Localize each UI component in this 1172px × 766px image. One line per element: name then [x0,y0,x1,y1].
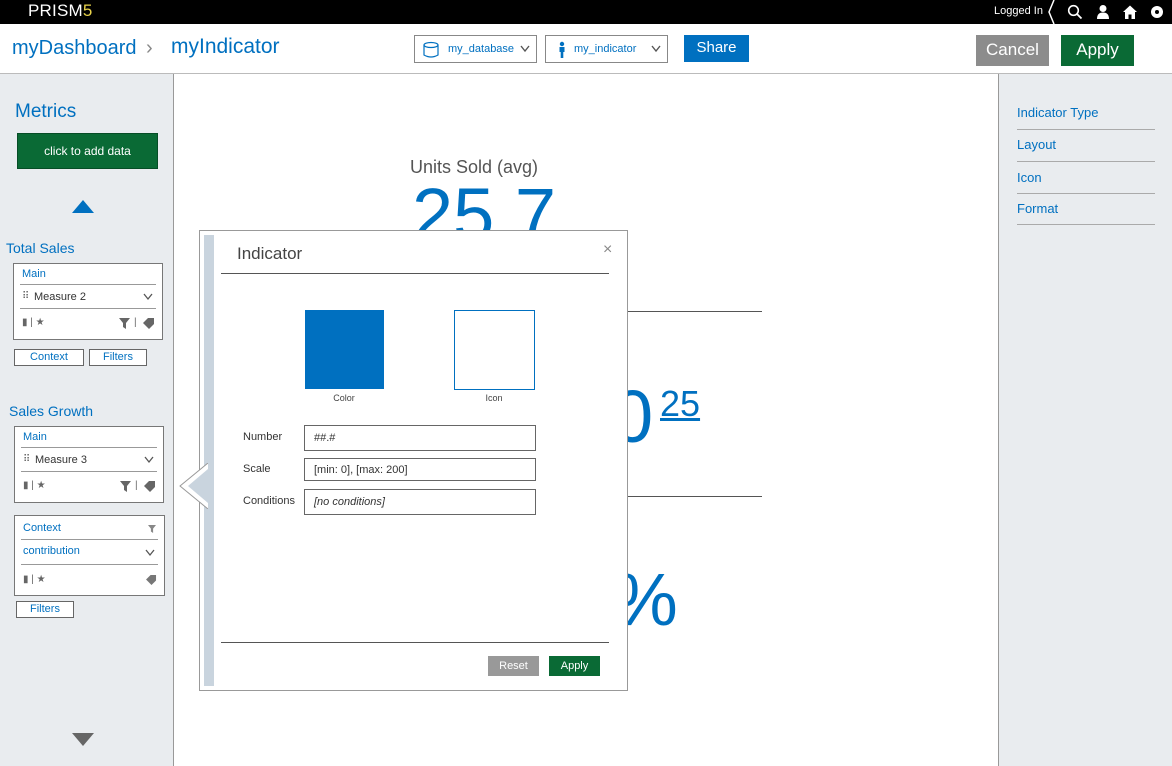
color-swatch[interactable] [305,310,384,389]
context-button[interactable]: Context [14,349,84,366]
metrics-title: Metrics [15,101,77,122]
conditions-label: Conditions [243,495,295,507]
top-bar: PRISM5 Logged In [0,0,1172,24]
delete-star-icons[interactable]: ▮ | ★ [23,574,46,585]
filter-icon[interactable] [119,318,130,329]
close-icon[interactable]: × [603,241,612,259]
menu-divider [1017,224,1155,225]
brand-number: 5 [82,1,93,20]
color-caption: Color [333,393,355,403]
layout-link[interactable]: Layout [1017,137,1155,152]
chevron-down-icon[interactable] [144,456,154,464]
indicator-type-link[interactable]: Indicator Type [1017,105,1155,120]
icon-link[interactable]: Icon [1017,170,1155,185]
user-icon[interactable] [1095,4,1111,20]
menu-divider [1017,129,1155,130]
share-button[interactable]: Share [684,35,749,62]
search-icon[interactable] [1067,4,1083,20]
chevron-down-icon [651,45,661,53]
reset-button[interactable]: Reset [488,656,539,676]
scale-field[interactable]: [min: 0], [max: 200] [304,458,536,481]
breadcrumb-separator: › [146,37,153,59]
conditions-field[interactable]: [no conditions] [304,489,536,515]
page-title: myIndicator [171,35,280,58]
properties-sidebar: Indicator Type Layout Icon Format [998,74,1172,766]
indicator-dialog: Indicator × Color Icon Number ##.# Scale… [199,230,628,691]
measure-select[interactable]: Measure 3 [35,454,87,466]
cancel-button[interactable]: Cancel [976,35,1049,66]
tag-icon[interactable] [146,575,157,585]
filters-button[interactable]: Filters [89,349,147,366]
database-icon [423,41,439,58]
icon-swatch[interactable] [454,310,535,390]
database-select[interactable]: my_database [414,35,537,63]
context-card-title: Context [23,522,61,534]
card-divider [21,564,158,565]
dialog-pointer [179,463,208,509]
content-divider [620,496,762,497]
measure-select[interactable]: Measure 2 [34,291,86,303]
card-divider [21,471,157,472]
filter-icon[interactable] [120,481,131,492]
metric-card-total-sales: Main ⠿ Measure 2 ▮ | ★ | [13,263,163,340]
scale-label: Scale [243,463,271,475]
section-title-sales-growth: Sales Growth [9,403,94,419]
tag-icon[interactable] [143,318,155,329]
header-bar: myDashboard › myIndicator my_database my… [0,24,1172,74]
dialog-divider [221,273,609,274]
settings-icon[interactable] [1149,4,1165,20]
content-divider [620,311,762,312]
chevron-down-icon [520,45,530,53]
indicator-select-value: my_indicator [574,43,637,55]
apply-button[interactable]: Apply [1061,35,1134,66]
card-title: Main [23,431,47,443]
dialog-accent-strip [204,235,214,686]
card-divider [20,308,156,309]
format-link[interactable]: Format [1017,201,1155,216]
indicator-superscript: 25 [660,383,701,424]
context-card: Context contribution ▮ | ★ [14,515,165,596]
metrics-sidebar: Metrics click to add data Total Sales Ma… [0,74,174,766]
add-data-button[interactable]: click to add data [17,133,158,169]
dialog-title: Indicator [237,244,303,263]
dialog-apply-button[interactable]: Apply [549,656,600,676]
card-divider [21,539,158,540]
home-icon[interactable] [1122,4,1138,20]
metric-card-sales-growth: Main ⠿ Measure 3 ▮ | ★ | [14,426,164,503]
card-title: Main [22,268,46,280]
filter-icon[interactable] [148,525,156,533]
breadcrumb-dashboard-link[interactable]: myDashboard [12,37,137,60]
delete-star-icons[interactable]: ▮ | ★ [23,480,46,491]
context-select[interactable]: contribution [23,545,80,557]
delete-star-icons[interactable]: ▮ | ★ [22,317,45,328]
app-logo: PRISM5 [28,1,93,21]
drag-handle-icon[interactable]: ⠿ [22,291,29,302]
icon-caption: Icon [485,393,503,403]
card-divider [20,284,156,285]
logged-in-status: Logged In [994,5,1043,17]
chevron-down-icon[interactable] [145,549,155,557]
database-select-value: my_database [448,43,515,55]
icon-separator: | [135,480,138,491]
person-icon [559,41,565,58]
icon-separator: | [134,317,137,328]
indicator-select[interactable]: my_indicator [545,35,668,63]
dialog-divider [221,642,609,643]
number-format-field[interactable]: ##.# [304,425,536,451]
number-label: Number [243,431,283,443]
scroll-down-icon[interactable] [72,733,94,746]
brand-text: PRISM [28,1,83,20]
section-title-total-sales: Total Sales [6,240,75,256]
card-divider [21,447,157,448]
drag-handle-icon[interactable]: ⠿ [23,454,30,465]
tag-icon[interactable] [144,481,156,492]
divider-chevron-icon [1048,0,1055,24]
scroll-up-icon[interactable] [72,200,94,213]
menu-divider [1017,161,1155,162]
filters-button[interactable]: Filters [16,601,74,618]
menu-divider [1017,193,1155,194]
chevron-down-icon[interactable] [143,293,153,301]
